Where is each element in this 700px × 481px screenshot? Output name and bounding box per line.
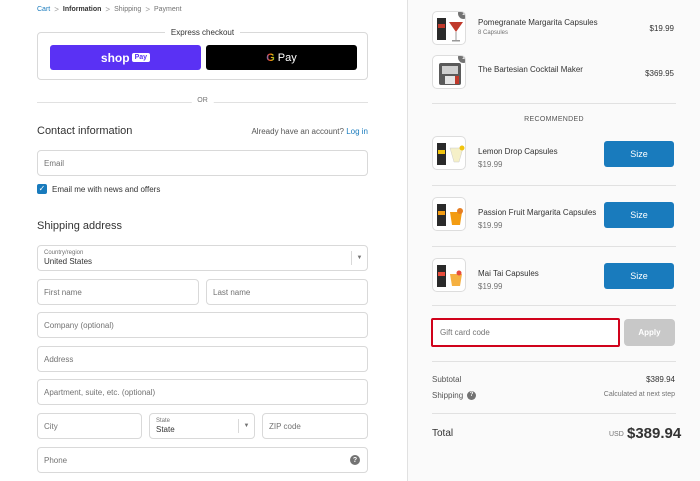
shipping-value: Calculated at next step xyxy=(603,391,675,398)
question-icon[interactable]: ? xyxy=(467,391,477,401)
cart-item-name: The Bartesian Cocktail Maker xyxy=(478,65,583,74)
or-label: OR xyxy=(191,97,214,104)
gift-card-input[interactable]: Gift card code xyxy=(431,318,620,347)
cart-item-name: Pomegranate Margarita Capsules xyxy=(478,18,598,27)
recommended-item-name: Mai Tai Capsules xyxy=(478,269,539,278)
product-thumbnail: 1 xyxy=(432,11,466,45)
breadcrumb-payment: Payment xyxy=(154,6,182,13)
quantity-badge: 1 xyxy=(458,56,465,63)
last-name-field[interactable]: Last name xyxy=(206,279,368,305)
apply-button[interactable]: Apply xyxy=(624,319,675,346)
cart-item-price: $19.99 xyxy=(649,24,674,33)
checkmark-icon[interactable]: ✓ xyxy=(37,184,47,194)
state-select[interactable]: State State ▼ xyxy=(149,413,255,439)
chevron-right-icon: > xyxy=(145,5,150,14)
product-thumbnail: 1 xyxy=(432,55,466,89)
newsletter-label: Email me with news and offers xyxy=(52,184,161,194)
cart-item-price: $369.95 xyxy=(645,69,674,78)
breadcrumb-cart[interactable]: Cart xyxy=(37,6,50,13)
chevron-down-icon: ▼ xyxy=(238,419,254,433)
country-select[interactable]: Country/region United States ▼ xyxy=(37,245,368,271)
address-field[interactable]: Address xyxy=(37,346,368,372)
recommended-title: RECOMMENDED xyxy=(524,116,584,123)
product-thumbnail xyxy=(432,136,466,170)
email-field[interactable]: Email xyxy=(37,150,368,176)
divider xyxy=(432,246,676,247)
divider xyxy=(432,305,676,306)
size-button[interactable]: Size xyxy=(604,202,674,228)
company-field[interactable]: Company (optional) xyxy=(37,312,368,338)
recommended-item-price: $19.99 xyxy=(478,221,503,230)
shipping-title: Shipping address xyxy=(37,220,123,232)
lemon-drop-icon xyxy=(437,143,465,165)
question-icon[interactable]: ? xyxy=(350,455,360,465)
apartment-field[interactable]: Apartment, suite, etc. (optional) xyxy=(37,379,368,405)
passion-fruit-icon xyxy=(437,204,463,226)
size-button[interactable]: Size xyxy=(604,141,674,167)
account-prompt: Already have an account? Log in xyxy=(251,127,368,136)
mai-tai-icon xyxy=(437,265,462,287)
cart-item-variant: 8 Capsules xyxy=(478,30,509,36)
newsletter-checkbox-row[interactable]: ✓ Email me with news and offers xyxy=(37,184,160,194)
google-pay-label: Pay xyxy=(277,51,297,64)
checkout-form-panel: Cart > Information > Shipping > Payment … xyxy=(0,0,407,481)
currency-code: USD xyxy=(609,431,624,438)
product-thumbnail xyxy=(432,258,466,292)
or-divider: OR xyxy=(37,97,368,107)
chevron-down-icon: ▼ xyxy=(351,251,367,265)
contact-title: Contact information xyxy=(37,125,133,137)
breadcrumb: Cart > Information > Shipping > Payment xyxy=(37,5,182,14)
product-thumbnail xyxy=(432,197,466,231)
zip-field[interactable]: ZIP code xyxy=(262,413,368,439)
divider xyxy=(432,361,676,362)
chevron-right-icon: > xyxy=(54,5,59,14)
subtotal-row: Subtotal $389.94 xyxy=(432,375,675,384)
city-field[interactable]: City xyxy=(37,413,142,439)
google-g-icon: G xyxy=(266,51,275,64)
express-checkout-title: Express checkout xyxy=(164,28,241,37)
total-label: Total xyxy=(432,428,454,439)
breadcrumb-shipping: Shipping xyxy=(114,6,142,13)
express-checkout-box: Express checkout shop Pay G Pay xyxy=(37,28,368,80)
divider xyxy=(432,185,676,186)
chevron-right-icon: > xyxy=(105,5,111,14)
recommended-item-price: $19.99 xyxy=(478,160,503,169)
size-button[interactable]: Size xyxy=(604,263,674,289)
total-value: $389.94 xyxy=(627,425,682,442)
first-name-field[interactable]: First name xyxy=(37,279,199,305)
subtotal-value: $389.94 xyxy=(646,375,675,384)
shop-pay-badge: Pay xyxy=(131,53,151,62)
shop-pay-logo: shop xyxy=(100,50,130,65)
shop-pay-button[interactable]: shop Pay xyxy=(50,45,201,70)
recommended-item-price: $19.99 xyxy=(478,282,503,291)
divider xyxy=(432,103,676,104)
recommended-item-name: Lemon Drop Capsules xyxy=(478,147,558,156)
google-pay-button[interactable]: G Pay xyxy=(206,45,357,70)
quantity-badge: 1 xyxy=(458,12,465,19)
divider xyxy=(432,413,676,414)
login-link[interactable]: Log in xyxy=(346,127,368,136)
phone-field[interactable]: Phone ? xyxy=(37,447,368,473)
shipping-row: Shipping? Calculated at next step xyxy=(432,391,675,401)
recommended-item-name: Passion Fruit Margarita Capsules xyxy=(478,208,597,217)
breadcrumb-information: Information xyxy=(62,6,102,13)
